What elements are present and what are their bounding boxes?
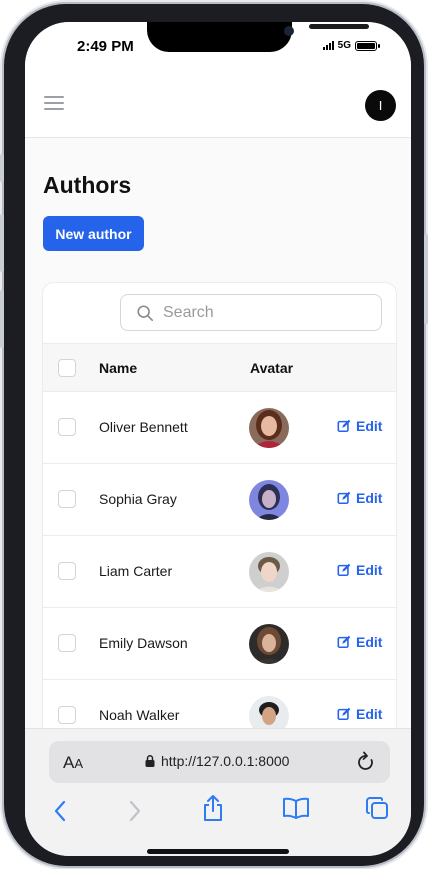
row-checkbox[interactable] [58, 490, 76, 508]
author-name: Liam Carter [99, 563, 173, 579]
edit-link[interactable]: Edit [337, 706, 382, 722]
reload-icon[interactable] [356, 751, 376, 773]
status-indicators: 5G [322, 40, 380, 51]
notch [147, 22, 369, 52]
edit-label: Edit [356, 418, 383, 434]
new-author-button[interactable]: New author [43, 216, 144, 251]
tabs-icon[interactable] [365, 796, 389, 820]
edit-link[interactable]: Edit [337, 562, 382, 578]
status-bar: 2:49 PM 5G [25, 22, 411, 70]
edit-link[interactable]: Edit [337, 490, 382, 506]
reader-settings-button[interactable]: AA [63, 753, 83, 773]
user-avatar[interactable]: I [365, 90, 396, 121]
table-row: Sophia Gray Edit [43, 464, 396, 536]
table-row: Emily Dawson Edit [43, 608, 396, 680]
search-icon [137, 304, 154, 321]
row-checkbox[interactable] [58, 706, 76, 724]
edit-icon [337, 563, 351, 577]
volume-down-button [0, 290, 4, 348]
page-title: Authors [43, 172, 132, 198]
phone-frame: 2:49 PM 5G I Authors New author Search N… [0, 4, 428, 866]
edit-label: Edit [356, 490, 383, 506]
url-text: http://127.0.0.1:8000 [161, 753, 290, 769]
search-input[interactable] [163, 303, 363, 322]
author-name: Oliver Bennett [99, 419, 188, 435]
select-all-checkbox[interactable] [58, 359, 76, 377]
network-type: 5G [337, 40, 351, 51]
browser-toolbar: AA http://127.0.0.1:8000 [25, 728, 411, 856]
camera [284, 26, 294, 36]
column-header-name: Name [99, 360, 138, 376]
edit-label: Edit [356, 562, 383, 578]
home-indicator [147, 849, 289, 854]
row-checkbox[interactable] [58, 418, 76, 436]
browser-nav [25, 793, 411, 833]
url-display: http://127.0.0.1:8000 [145, 753, 289, 769]
author-avatar [249, 624, 289, 664]
edit-label: Edit [356, 634, 383, 650]
action-button [0, 154, 4, 182]
bookmarks-icon[interactable] [282, 797, 310, 819]
volume-up-button [0, 214, 4, 272]
column-header-avatar: Avatar [250, 360, 294, 376]
edit-label: Edit [356, 706, 383, 722]
table-row: Liam Carter Edit [43, 536, 396, 608]
row-checkbox[interactable] [58, 562, 76, 580]
app-header: I [25, 70, 411, 138]
signal-icon [322, 41, 334, 50]
status-time: 2:49 PM [77, 38, 134, 55]
table-header: Name Avatar [43, 343, 396, 392]
address-bar[interactable]: AA http://127.0.0.1:8000 [49, 741, 390, 783]
edit-icon [337, 491, 351, 505]
edit-link[interactable]: Edit [337, 418, 382, 434]
search-box[interactable] [120, 294, 382, 331]
edit-link[interactable]: Edit [337, 634, 382, 650]
lock-icon [145, 755, 155, 767]
battery-icon [355, 40, 380, 51]
row-checkbox[interactable] [58, 634, 76, 652]
back-icon[interactable] [53, 799, 67, 823]
table-row: Oliver Bennett Edit [43, 392, 396, 464]
author-avatar [249, 552, 289, 592]
author-name: Sophia Gray [99, 491, 177, 507]
author-avatar [249, 480, 289, 520]
author-name: Noah Walker [99, 707, 180, 723]
share-icon[interactable] [202, 794, 224, 822]
edit-icon [337, 707, 351, 721]
speaker [309, 24, 369, 29]
screen: 2:49 PM 5G I Authors New author Search N… [25, 22, 411, 856]
power-button [424, 234, 428, 324]
author-avatar [249, 408, 289, 448]
forward-icon[interactable] [128, 799, 142, 823]
author-name: Emily Dawson [99, 635, 188, 651]
authors-table-card: Name Avatar Oliver Bennett [42, 282, 397, 762]
menu-icon[interactable] [44, 96, 64, 110]
edit-icon [337, 635, 351, 649]
edit-icon [337, 419, 351, 433]
